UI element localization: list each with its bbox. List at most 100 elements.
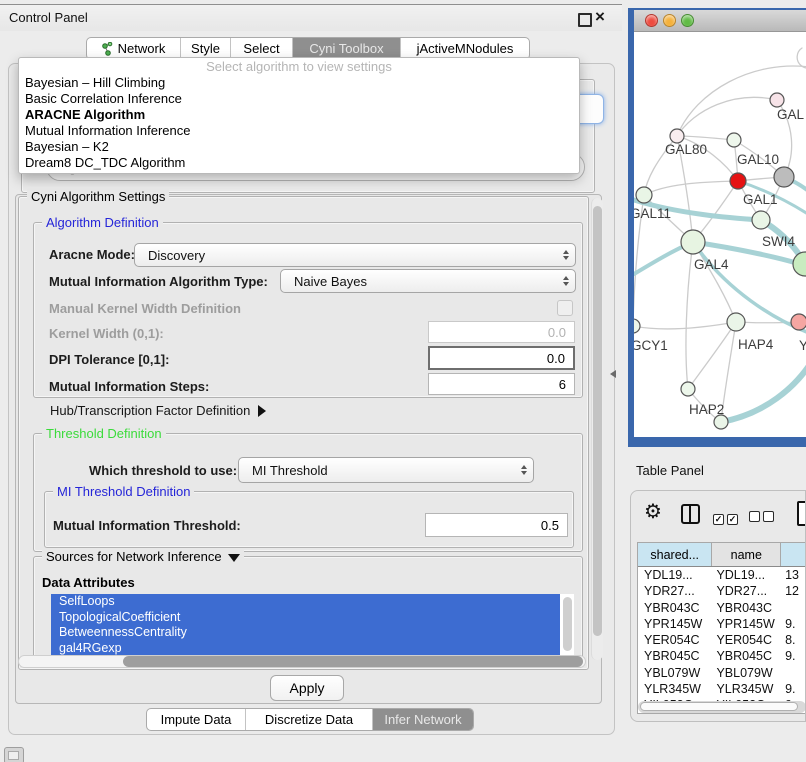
table-row[interactable]: YDR27...YDR27...12 xyxy=(638,583,806,599)
tab-jactivemnodules[interactable]: jActiveMNodules xyxy=(401,38,529,59)
table-header-row: shared... name xyxy=(638,543,806,567)
table-row[interactable]: YBR045CYBR045C9. xyxy=(638,648,806,664)
column-header-shared-name[interactable]: shared... xyxy=(638,543,712,566)
cyni-algorithm-settings-group: Cyni Algorithm Settings Algorithm Defini… xyxy=(18,196,589,670)
node-table: shared... name YDL19...YDL19...13YDR27..… xyxy=(637,542,806,714)
data-attributes-list[interactable]: SelfLoopsTopologicalCoefficientBetweenne… xyxy=(51,594,574,656)
network-canvas[interactable]: GALGAL80GAL10GAL1GAL11GAL4SWI4GCY1HAP4YH… xyxy=(634,32,806,437)
tab-impute-data[interactable]: Impute Data xyxy=(147,709,246,730)
network-node[interactable] xyxy=(730,173,746,189)
table-horizontal-scrollbar[interactable] xyxy=(638,701,806,713)
settings-vertical-scrollbar[interactable] xyxy=(591,198,603,660)
algorithm-option[interactable]: Bayesian – K2 xyxy=(19,139,579,155)
kernel-width-field[interactable]: 0.0 xyxy=(428,321,575,343)
column-header-name[interactable]: name xyxy=(712,543,781,566)
mi-threshold-field[interactable]: 0.5 xyxy=(425,513,568,537)
table-row[interactable]: YBL079WYBL079W xyxy=(638,665,806,681)
kernel-width-label: Kernel Width (0,1): xyxy=(49,326,164,341)
aracne-mode-combo[interactable]: Discovery xyxy=(134,243,576,267)
attribute-item[interactable]: SelfLoops xyxy=(51,594,574,610)
algorithm-dropdown: Select algorithm to view settings Bayesi… xyxy=(18,57,580,174)
mi-type-combo[interactable]: Naive Bayes xyxy=(280,269,576,293)
tab-style[interactable]: Style xyxy=(181,38,231,59)
apply-button[interactable]: Apply xyxy=(270,675,344,701)
network-node[interactable] xyxy=(670,129,684,143)
float-panel-icon[interactable] xyxy=(578,13,592,27)
network-edge xyxy=(693,242,806,334)
tab-cyni-toolbox[interactable]: Cyni Toolbox xyxy=(293,38,401,59)
network-node[interactable] xyxy=(727,313,745,331)
close-window-icon[interactable] xyxy=(645,14,658,27)
network-node[interactable] xyxy=(752,211,770,229)
settings-horizontal-scrollbar[interactable] xyxy=(18,655,586,668)
network-node[interactable] xyxy=(636,187,652,203)
network-node[interactable] xyxy=(791,314,806,330)
attribute-item[interactable]: TopologicalCoefficient xyxy=(51,610,574,626)
tab-infer-network[interactable]: Infer Network xyxy=(373,709,473,730)
settings-group-title: Cyni Algorithm Settings xyxy=(27,189,169,204)
network-node[interactable] xyxy=(634,319,640,333)
settings-vertical-scroll-thumb[interactable] xyxy=(593,206,602,636)
table-scroll-thumb[interactable] xyxy=(640,702,798,711)
table-row[interactable]: YER054CYER054C8. xyxy=(638,632,806,648)
table-cell: 9. xyxy=(781,681,806,697)
settings-horizontal-scroll-thumb[interactable] xyxy=(123,656,583,667)
cyni-mode-tabs: Impute Data Discretize Data Infer Networ… xyxy=(146,708,474,731)
tab-select[interactable]: Select xyxy=(231,38,293,59)
collapse-down-icon xyxy=(228,554,240,562)
mi-threshold-group: MI Threshold Definition Mutual Informati… xyxy=(44,491,574,548)
document-icon[interactable] xyxy=(797,501,806,526)
splitter-collapse-icon[interactable] xyxy=(610,370,616,378)
tab-network[interactable]: Network xyxy=(87,38,181,59)
network-node[interactable] xyxy=(727,133,741,147)
dpi-tolerance-field[interactable]: 0.0 xyxy=(428,346,575,370)
attributes-scroll-thumb[interactable] xyxy=(563,597,572,651)
mi-steps-field[interactable]: 6 xyxy=(428,373,575,395)
attributes-scrollbar[interactable] xyxy=(560,594,574,656)
algorithm-option[interactable]: Basic Correlation Inference xyxy=(19,91,579,107)
minimize-window-icon[interactable] xyxy=(663,14,676,27)
hub-factor-expander[interactable]: Hub/Transcription Factor Definition xyxy=(50,403,266,418)
network-node[interactable] xyxy=(774,167,794,187)
manual-kernel-checkbox[interactable] xyxy=(557,300,573,316)
algorithm-option[interactable]: Bayesian – Hill Climbing xyxy=(19,75,579,91)
table-row[interactable]: YLR345WYLR345W9. xyxy=(638,681,806,697)
stepper-arrows-icon xyxy=(563,250,569,260)
table-cell: YBL079W xyxy=(638,665,712,681)
manual-kernel-label: Manual Kernel Width Definition xyxy=(49,301,241,316)
table-row[interactable]: YDL19...YDL19...13 xyxy=(638,567,806,583)
network-node[interactable] xyxy=(681,230,705,254)
data-attributes-items: SelfLoopsTopologicalCoefficientBetweenne… xyxy=(51,594,574,656)
which-threshold-combo[interactable]: MI Threshold xyxy=(238,457,534,483)
network-node[interactable] xyxy=(714,415,728,429)
split-view-icon[interactable] xyxy=(681,504,700,524)
gear-icon[interactable]: ⚙ xyxy=(644,499,662,524)
network-node-label: HAP2 xyxy=(689,402,724,417)
table-row[interactable]: YBR043CYBR043C xyxy=(638,600,806,616)
column-header-partial[interactable] xyxy=(781,543,806,566)
network-node[interactable] xyxy=(770,93,784,107)
algorithm-option[interactable]: Mutual Information Inference xyxy=(19,123,579,139)
table-panel-title: Table Panel xyxy=(636,463,704,478)
cyni-settings-container: Cyni Algorithm Settings Algorithm Defini… xyxy=(15,194,602,704)
network-node[interactable] xyxy=(681,382,695,396)
close-panel-icon[interactable]: × xyxy=(595,7,605,27)
network-edge xyxy=(721,358,806,422)
algorithm-option[interactable]: Dream8 DC_TDC Algorithm xyxy=(19,155,579,171)
network-node[interactable] xyxy=(793,252,806,276)
deselect-all-icon[interactable] xyxy=(749,509,777,527)
network-edge xyxy=(688,322,736,389)
attribute-item[interactable]: BetweennessCentrality xyxy=(51,625,574,641)
attribute-item[interactable]: gal4RGexp xyxy=(51,641,574,657)
tab-discretize-data[interactable]: Discretize Data xyxy=(246,709,373,730)
zoom-window-icon[interactable] xyxy=(681,14,694,27)
table-row[interactable]: YPR145WYPR145W9. xyxy=(638,616,806,632)
table-cell: YDL19... xyxy=(638,567,712,583)
sources-title[interactable]: Sources for Network Inference xyxy=(42,549,244,564)
table-cell: YBL079W xyxy=(712,665,781,681)
select-all-icon[interactable]: ✓✓ xyxy=(713,509,741,527)
network-node-label: HAP4 xyxy=(738,337,774,352)
network-edge xyxy=(644,181,738,195)
algorithm-option[interactable]: ARACNE Algorithm xyxy=(19,107,579,123)
collapsed-panel-icon[interactable] xyxy=(4,747,24,762)
